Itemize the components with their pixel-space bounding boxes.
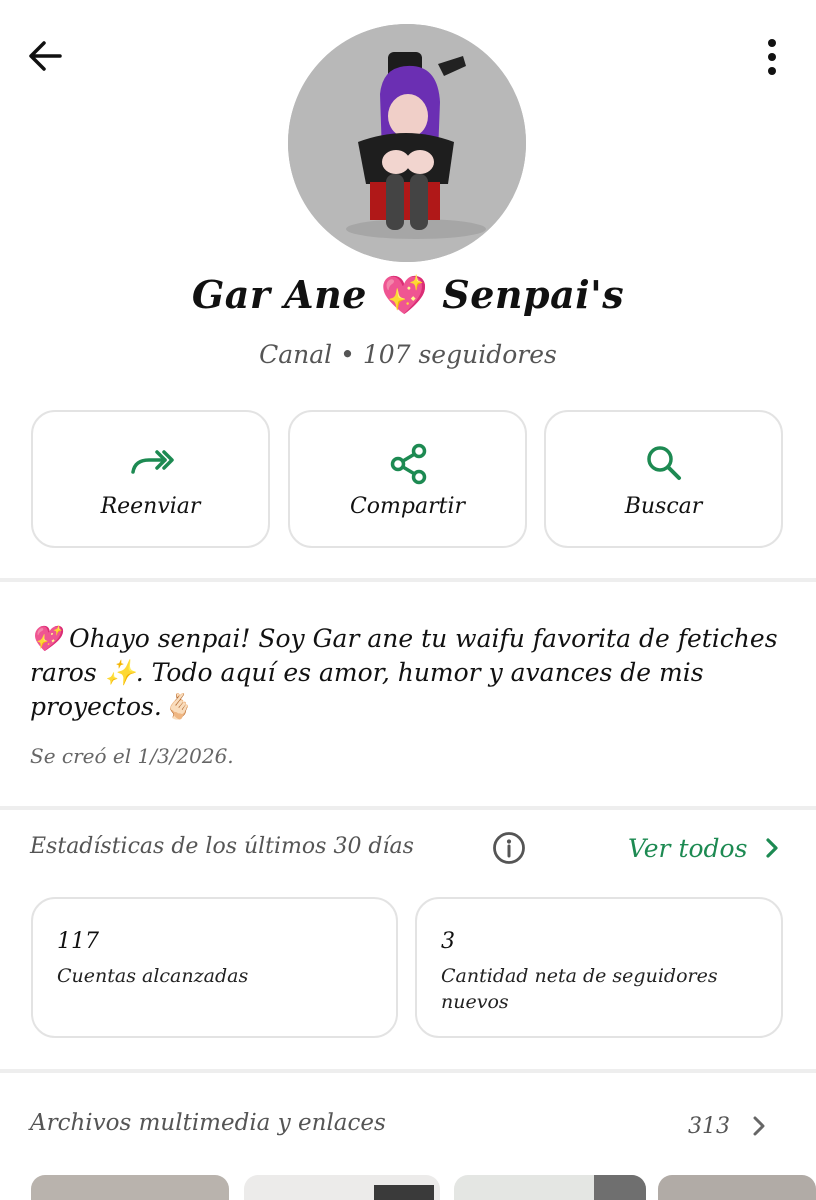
divider <box>0 1069 816 1073</box>
forward-label: Reenviar <box>100 494 201 519</box>
stat-card-new-followers: 3 Cantidad neta de seguidores nuevos <box>415 897 783 1038</box>
stat-label: Cuentas alcanzadas <box>57 965 249 987</box>
search-label: Buscar <box>624 494 703 519</box>
media-thumbnail[interactable] <box>658 1175 816 1200</box>
media-thumbnail[interactable] <box>31 1175 229 1200</box>
divider <box>0 806 816 810</box>
avatar-figure <box>288 24 526 262</box>
channel-name-suffix: Senpai's <box>442 272 625 317</box>
back-button[interactable] <box>26 36 66 76</box>
chevron-right-icon <box>753 1116 765 1136</box>
channel-name: Gar Ane 💖 Senpai's <box>0 272 816 318</box>
search-icon <box>646 446 681 480</box>
stat-card-reach: 117 Cuentas alcanzadas <box>31 897 398 1038</box>
channel-name-text: Gar Ane <box>191 272 367 317</box>
see-all-stats-link[interactable]: Ver todos <box>628 830 785 866</box>
stats-title: Estadísticas de los últimos 30 días <box>30 834 414 859</box>
media-title: Archivos multimedia y enlaces <box>30 1110 386 1136</box>
stat-value: 117 <box>57 929 99 954</box>
share-button[interactable]: Compartir <box>288 410 527 548</box>
media-link[interactable]: 313 <box>688 1106 770 1146</box>
share-label: Compartir <box>349 494 466 519</box>
share-icon <box>390 443 426 485</box>
media-thumbnail[interactable] <box>454 1175 646 1200</box>
heart-emoji-icon: 💖 <box>380 273 429 317</box>
channel-description: 💖 Ohayo senpai! Soy Gar ane tu waifu fav… <box>30 624 778 721</box>
divider <box>0 578 816 582</box>
created-date: Se creó el 1/3/2026. <box>30 744 234 768</box>
stat-value: 3 <box>441 929 455 954</box>
channel-meta: Canal • 107 seguidores <box>259 340 557 369</box>
stat-label: Cantidad neta de seguidores nuevos <box>441 965 718 1013</box>
chevron-right-icon <box>766 838 779 858</box>
more-vertical-icon <box>768 39 776 75</box>
info-icon <box>493 832 525 864</box>
channel-avatar[interactable] <box>288 24 526 262</box>
thumbnail-detail <box>594 1175 646 1200</box>
search-button[interactable]: Buscar <box>544 410 783 548</box>
forward-icon <box>130 450 174 474</box>
media-count: 313 <box>688 1113 730 1139</box>
media-thumbnail[interactable] <box>244 1175 440 1200</box>
forward-button[interactable]: Reenviar <box>31 410 270 548</box>
more-options-button[interactable] <box>752 36 792 80</box>
thumbnail-detail <box>374 1185 434 1200</box>
see-all-label: Ver todos <box>628 833 748 863</box>
arrow-left-icon <box>29 41 62 71</box>
info-button[interactable] <box>492 831 526 865</box>
